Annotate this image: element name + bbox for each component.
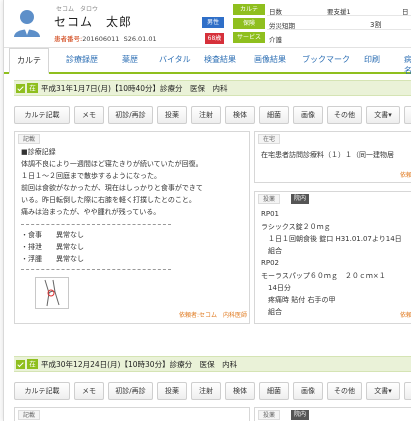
record-panel: 記載 ■診療記録 体調不良により一週間ほど寝たきりが続いていたが回復。 １日１～…	[14, 131, 250, 324]
bacteria-button[interactable]: 細菌	[259, 106, 289, 124]
patient-kana: セコム タロウ	[56, 6, 99, 13]
injection-button[interactable]: 注射	[191, 382, 221, 400]
header-divider	[267, 29, 411, 30]
tab-history[interactable]: 診療録歴	[66, 54, 98, 65]
med-line: RP02	[261, 259, 279, 267]
med-footer: 依頼	[400, 312, 411, 319]
image-button[interactable]: 画像	[293, 106, 323, 124]
medication-tag: 投薬	[258, 410, 281, 420]
med-line: モーラスパップ６０ｍｇ ２０ｃｍ×１	[261, 272, 386, 280]
service-badge: サービス	[233, 32, 265, 43]
entry-title: 平成30年12月24日(月)【10時30分】診療分 医保 内科	[41, 360, 238, 369]
home-care-tag: 在宅	[258, 134, 281, 144]
tab-print[interactable]: 印刷	[364, 54, 380, 65]
karte-badge: カルテ	[233, 4, 265, 15]
patient-id: 201606011	[82, 35, 120, 43]
medication-tag: 投薬	[258, 194, 281, 204]
in-hospital-tag: 院内	[291, 194, 310, 204]
check-icon[interactable]	[16, 360, 25, 369]
home-care-badge: 在	[27, 83, 38, 93]
entry-header[interactable]: 在 平成31年1月7日(月)【10時40分】診療分 医保 内科	[14, 80, 411, 96]
patient-id-label: 患者番号:	[54, 35, 83, 43]
med-line: 組合	[261, 247, 282, 255]
record-line: ・浮腫 異常なし	[21, 255, 84, 263]
document-dropdown[interactable]: 文書▾	[366, 382, 400, 400]
med-line: ラシックス錠２０ｍｇ	[261, 223, 331, 231]
age-badge: 68歳	[205, 33, 224, 44]
record-line: 体調不良により一週間ほど寝たきりが続いていたが回復。	[21, 160, 203, 168]
document-dropdown[interactable]: 文書▾	[366, 106, 400, 124]
entry-header[interactable]: 在 平成30年12月24日(月)【10時30分】診療分 医保 内科	[14, 356, 411, 372]
bacteria-button[interactable]: 細菌	[259, 382, 289, 400]
med-line: RP01	[261, 210, 279, 218]
image-button[interactable]: 画像	[293, 382, 323, 400]
karte-window: セコム タロウ セコム 太郎 患者番号:201606011 S26.01.01 …	[3, 0, 411, 421]
service-value: 介護	[269, 36, 282, 44]
record-divider	[21, 269, 171, 270]
karte-write-button[interactable]: カルテ記載	[14, 382, 70, 400]
other-button[interactable]: その他	[327, 106, 362, 124]
tab-lab-results[interactable]: 検査結果	[204, 54, 236, 65]
record-footer: 依頼者:セコム 内科医師	[179, 312, 248, 319]
header-extra: 日	[402, 8, 409, 16]
memo-button[interactable]: メモ	[74, 382, 104, 400]
record-line: ・食事 異常なし	[21, 231, 84, 239]
specimen-button[interactable]: 検体	[225, 106, 255, 124]
record-tag: 記載	[18, 410, 41, 420]
patient-avatar-icon	[14, 10, 40, 37]
self-pay-button[interactable]: 自費	[404, 382, 411, 400]
home-care-footer: 依頼	[400, 172, 411, 179]
tab-image-results[interactable]: 画像結果	[254, 54, 286, 65]
medication-panel: 投薬 院内	[254, 407, 411, 421]
knee-sketch-image[interactable]	[35, 277, 69, 309]
record-line: ・排泄 異常なし	[21, 243, 84, 251]
med-line: １日１回朝食後 錠口 H31.01.07より14日	[261, 235, 402, 243]
record-line: いる。昨日転倒した際に右膝を軽く打撲したとのこと。	[21, 196, 196, 204]
med-line: 疼痛時 貼付 右手の甲	[261, 296, 336, 304]
other-button[interactable]: その他	[327, 382, 362, 400]
entry-toolbar: カルテ記載 メモ 初診/再診 投薬 注射 検体 細菌 画像 その他 文書▾ 自費	[14, 382, 411, 402]
home-care-badge: 在	[27, 359, 38, 369]
specimen-button[interactable]: 検体	[225, 382, 255, 400]
check-icon[interactable]	[16, 84, 25, 93]
tab-disease[interactable]: 病名	[404, 54, 411, 76]
home-care-line: 在宅患者訪問診療料（１）１（同一建物居	[261, 151, 394, 159]
medication-panel: 投薬 院内 RP01 ラシックス錠２０ｍｇ １日１回朝食後 錠口 H31.01.…	[254, 191, 411, 324]
med-line: 14日分	[261, 284, 291, 292]
tab-karte[interactable]: カルテ	[9, 48, 49, 74]
sex-badge: 男性	[202, 17, 224, 28]
patient-header: セコム タロウ セコム 太郎 患者番号:201606011 S26.01.01 …	[4, 0, 411, 48]
record-panel: 記載	[14, 407, 250, 421]
record-divider	[21, 224, 171, 225]
copay-ratio: 3割	[370, 21, 382, 29]
tab-vital[interactable]: バイタル	[159, 54, 191, 65]
patient-name: セコム 太郎	[54, 15, 133, 29]
self-pay-button[interactable]: 自費	[404, 106, 411, 124]
record-line: 痛みは治まったが、やや腫れが残っている。	[21, 208, 161, 216]
memo-button[interactable]: メモ	[74, 106, 104, 124]
entry-toolbar: カルテ記載 メモ 初診/再診 投薬 注射 検体 細菌 画像 その他 文書▾ 自費	[14, 106, 411, 126]
tab-bar: カルテ 診療録歴 薬歴 バイタル 検査結果 画像結果 ブックマーク 印刷 病名	[4, 48, 411, 76]
visit-button[interactable]: 初診/再診	[108, 382, 153, 400]
patient-id-line: 患者番号:201606011 S26.01.01	[54, 33, 157, 43]
in-hospital-tag: 院内	[291, 410, 310, 420]
insurance-badge: 保険	[233, 18, 265, 29]
record-line: 前回は食欲がなかったが、現在はしっかりと食事ができて	[21, 184, 203, 192]
medication-button[interactable]: 投薬	[157, 382, 187, 400]
med-line: 組合	[261, 308, 282, 316]
home-care-panel: 在宅 在宅患者訪問診療料（１）１（同一建物居 依頼	[254, 131, 411, 183]
record-tag: 記載	[18, 134, 41, 144]
care-level: 要支援1	[327, 8, 351, 16]
injection-button[interactable]: 注射	[191, 106, 221, 124]
medication-button[interactable]: 投薬	[157, 106, 187, 124]
karte-write-button[interactable]: カルテ記載	[14, 106, 70, 124]
tab-medication-history[interactable]: 薬歴	[122, 54, 138, 65]
tab-bookmark[interactable]: ブックマーク	[302, 54, 350, 65]
visit-button[interactable]: 初診/再診	[108, 106, 153, 124]
record-line: ■診療記録	[21, 148, 56, 156]
patient-birth: S26.01.01	[123, 35, 157, 43]
record-line: １日１～２回庭まで散歩するようになった。	[21, 172, 161, 180]
entry-title: 平成31年1月7日(月)【10時40分】診療分 医保 内科	[41, 84, 228, 93]
